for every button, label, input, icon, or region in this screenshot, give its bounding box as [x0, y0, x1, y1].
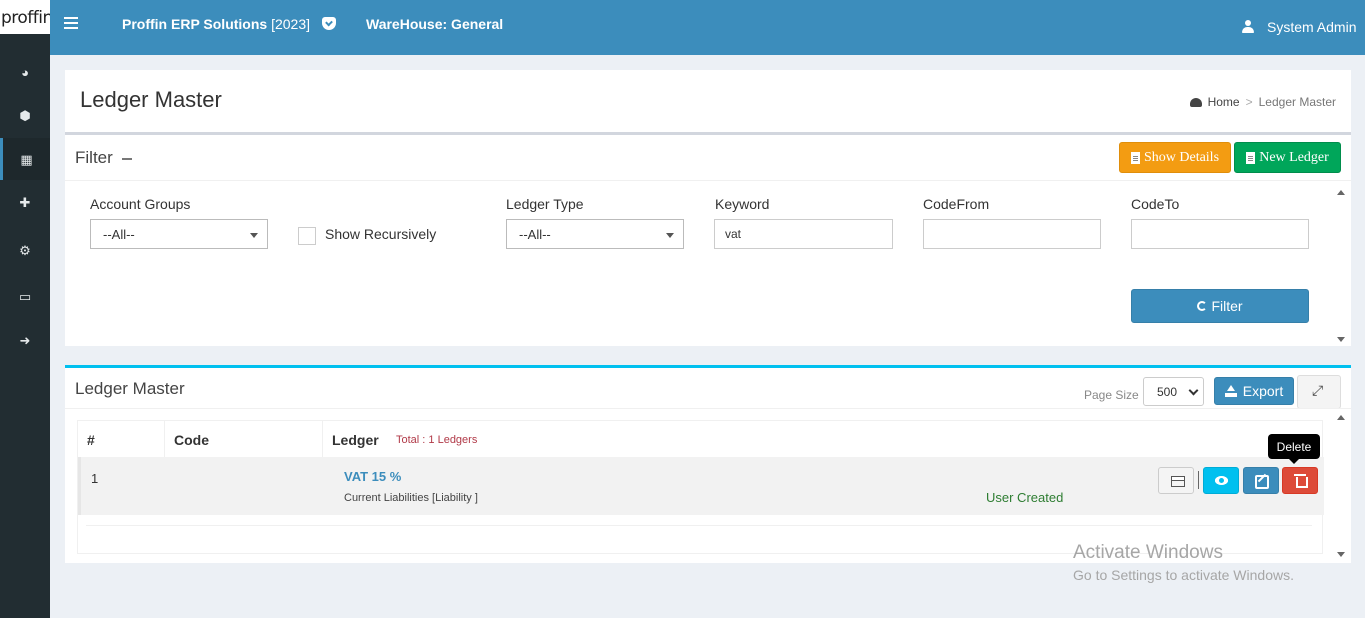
table-row: 1 VAT 15 % Current Liabilities [Liabilit…	[78, 457, 1324, 515]
filter-panel: Filter Show Details New Ledger Account G…	[65, 132, 1351, 346]
breadcrumb: Home > Ledger Master	[1189, 95, 1336, 109]
page-title: Ledger Master	[80, 87, 222, 112]
file-icon	[1246, 151, 1256, 164]
show-details-button[interactable]: Show Details	[1119, 142, 1231, 173]
page-size-label: Page Size	[1084, 388, 1139, 402]
sidebar-item-inventory[interactable]: ⬢	[0, 94, 50, 136]
ledger-table: # Code Ledger Total : 1 Ledgers 1 VAT 15…	[77, 420, 1324, 554]
ledger-type-label: Ledger Type	[506, 196, 584, 212]
view-button[interactable]	[1203, 467, 1239, 494]
sidebar-item-accounts[interactable]: ▦	[0, 138, 50, 180]
sidebar-item-system[interactable]: ▭	[0, 275, 50, 317]
top-navbar: Proffin ERP Solutions [2023] WareHouse: …	[0, 0, 1365, 55]
edit-button[interactable]	[1243, 467, 1279, 494]
cogs-icon: ⚙	[19, 242, 31, 258]
sidebar-item-logout[interactable]: ➜	[0, 319, 50, 361]
total-count: Total : 1 Ledgers	[396, 434, 478, 446]
page-header: Ledger Master Home > Ledger Master	[65, 70, 1351, 132]
status-text: User Created	[986, 490, 1064, 505]
keyword-input[interactable]	[714, 219, 893, 249]
show-recursively-checkbox[interactable]	[298, 227, 316, 245]
divider	[1198, 471, 1199, 489]
sign-out-icon: ➜	[19, 332, 31, 348]
warehouse-label[interactable]: WareHouse: General	[366, 16, 503, 32]
logo-text: proffin	[1, 8, 50, 28]
header-divider	[65, 180, 1351, 181]
show-details-label: Show Details	[1143, 149, 1220, 165]
shield-icon	[322, 17, 336, 30]
export-button-label: Export	[1242, 383, 1284, 399]
user-menu[interactable]: System Admin	[1267, 19, 1356, 35]
keyword-label: Keyword	[715, 196, 770, 212]
sidebar-item-settings[interactable]: ⚙	[0, 229, 50, 271]
column-header-num: #	[78, 421, 165, 457]
new-ledger-button[interactable]: New Ledger	[1234, 142, 1341, 173]
scroll-up-icon[interactable]	[1337, 415, 1345, 420]
scroll-up-icon[interactable]	[1337, 190, 1345, 195]
sidebar-item-dashboard[interactable]: ◕	[0, 51, 50, 93]
column-header-ledger: Ledger	[332, 432, 379, 448]
row-divider	[86, 525, 1312, 526]
menu-toggle-icon[interactable]	[64, 17, 78, 32]
code-to-label: CodeTo	[1131, 196, 1180, 212]
puzzle-icon: ✚	[19, 194, 31, 210]
filter-button-label: Filter	[1211, 298, 1243, 314]
code-from-label: CodeFrom	[923, 196, 990, 212]
details-button[interactable]	[1158, 467, 1194, 494]
breadcrumb-current: Ledger Master	[1258, 95, 1336, 109]
filter-button[interactable]: Filter	[1131, 289, 1309, 323]
scroll-down-icon[interactable]	[1337, 337, 1345, 342]
sidebar-item-modules[interactable]: ✚	[0, 181, 50, 223]
page-size-select[interactable]: 500	[1143, 377, 1204, 406]
filter-title: Filter	[75, 148, 132, 168]
breadcrumb-home[interactable]: Home	[1208, 95, 1240, 109]
app-title-year: [2023]	[271, 16, 311, 32]
app-title: Proffin ERP Solutions [2023]	[122, 16, 310, 32]
dashboard-icon: ◕	[21, 64, 29, 80]
code-from-input[interactable]	[923, 219, 1101, 249]
cubes-icon: ⬢	[19, 107, 31, 123]
logo[interactable]: proffin	[0, 0, 50, 34]
scroll-down-icon[interactable]	[1337, 552, 1345, 557]
ledger-type-select[interactable]: --All--	[506, 219, 684, 249]
account-groups-label: Account Groups	[90, 196, 191, 212]
ledger-group: Current Liabilities [Liability ]	[344, 492, 478, 504]
delete-button[interactable]	[1282, 467, 1318, 494]
breadcrumb-separator: >	[1245, 95, 1253, 109]
account-groups-select[interactable]: --All--	[90, 219, 268, 249]
ledger-panel-title: Ledger Master	[75, 379, 185, 398]
activation-watermark-text: Go to Settings to activate Windows.	[1073, 567, 1294, 583]
filter-title-text: Filter	[75, 148, 113, 167]
calculator-icon: ▦	[20, 151, 33, 167]
ledger-name-link[interactable]: VAT 15 %	[344, 469, 401, 484]
upload-icon	[1224, 385, 1237, 397]
column-header-code: Code	[165, 421, 323, 457]
sidebar: ◕ ⬢ ▦ ✚ ⚙ ▭ ➜	[0, 34, 50, 618]
file-icon	[1130, 151, 1140, 164]
dashboard-icon	[1189, 97, 1202, 107]
app-title-name: Proffin ERP Solutions	[122, 16, 268, 32]
code-to-input[interactable]	[1131, 219, 1309, 249]
export-button[interactable]: Export	[1214, 377, 1294, 405]
show-recursively-label: Show Recursively	[325, 226, 437, 242]
refresh-icon	[1197, 301, 1208, 311]
laptop-icon: ▭	[18, 288, 32, 304]
collapse-icon[interactable]	[121, 157, 132, 160]
delete-tooltip: Delete	[1268, 434, 1320, 464]
new-ledger-label: New Ledger	[1259, 149, 1329, 165]
activation-watermark-title: Activate Windows	[1073, 542, 1223, 563]
row-number: 1	[91, 471, 99, 486]
header-divider	[65, 408, 1351, 409]
expand-button[interactable]	[1297, 375, 1341, 409]
ledger-panel: Ledger Master Page Size 500 Export # Cod…	[65, 365, 1351, 563]
user-icon	[1242, 20, 1254, 33]
